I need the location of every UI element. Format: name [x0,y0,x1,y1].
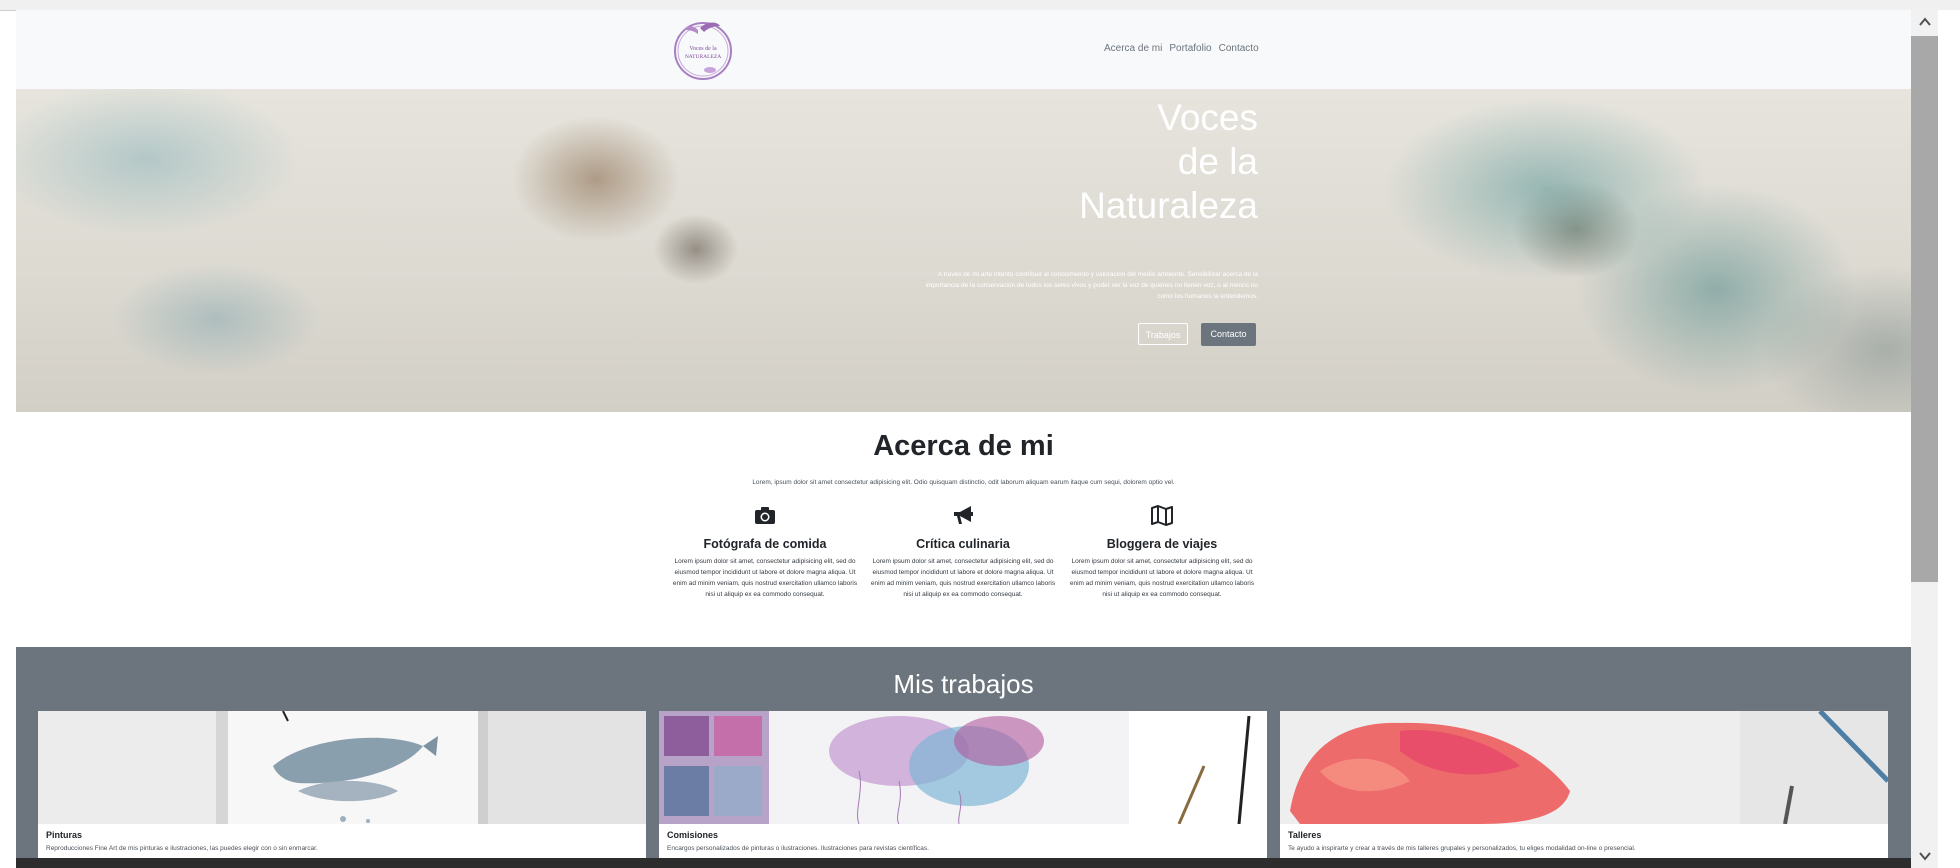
work-card-desc: Te ayudo a inspirarte y crear a través d… [1288,845,1636,852]
jellyfish-painting-image [659,711,1267,824]
work-card-pinturas[interactable]: Pinturas Reproducciones Fine Art de mis … [38,711,646,868]
about-lead: Lorem, ipsum dolor sit amet consectetur … [752,479,1175,486]
brand-logo[interactable]: Voces de la NATURALEZA [670,16,736,82]
hero-title-line: Voces [1157,97,1258,138]
scroll-up-icon[interactable] [1911,10,1938,34]
work-card-comisiones[interactable]: Comisiones Encargos personalizados de pi… [659,711,1267,868]
whale-painting-image [38,711,646,824]
footer-edge [16,858,1911,868]
svg-text:Voces de la: Voces de la [689,46,717,52]
nav-link-contacto[interactable]: Contacto [1219,43,1259,54]
feature-title: Crítica culinaria [916,537,1010,551]
feature-title: Bloggera de viajes [1106,537,1218,551]
nav-links: Acerca de mi Portafolio Contacto [1104,43,1259,54]
page: Voces de la NATURALEZA Acerca de mi Port… [16,10,1911,868]
feature-text: Lorem ipsum dolor sit amet, consectetur … [672,558,858,598]
camera-icon [752,502,778,528]
navbar: Voces de la NATURALEZA Acerca de mi Port… [16,10,1911,89]
hero-banner: Voces de la Naturaleza A través de mi ar… [16,89,1911,412]
feature-travel-blogger: Bloggera de viajes Lorem ipsum dolor sit… [1067,502,1257,600]
window-edge [1938,10,1960,868]
work-card-desc: Encargos personalizados de pinturas o il… [667,845,929,852]
about-title: Acerca de mi [873,430,1054,462]
work-card-title: Talleres [1288,830,1322,840]
svg-text:NATURALEZA: NATURALEZA [685,54,721,60]
work-card-title: Comisiones [667,830,719,840]
contacto-button[interactable]: Contacto [1201,323,1256,346]
scroll-down-icon[interactable] [1911,844,1938,868]
works-title: Mis trabajos [893,669,1034,699]
works-section: Mis trabajos Pinturas Reproducciones Fin… [16,647,1911,868]
feature-text: Lorem ipsum dolor sit amet, consectetur … [870,558,1056,598]
flamingo-painting-image [1280,711,1888,824]
work-card-title: Pinturas [46,830,83,840]
work-card-talleres[interactable]: Talleres Te ayudo a inspirarte y crear a… [1280,711,1888,868]
feature-title: Fotógrafa de comida [703,537,827,551]
vertical-scrollbar[interactable] [1911,10,1938,868]
hero-title: Voces de la Naturaleza [1079,96,1258,228]
hero-title-line: de la [1177,141,1258,182]
feature-text: Lorem ipsum dolor sit amet, consectetur … [1069,558,1255,598]
feature-food-critic: Crítica culinaria Lorem ipsum dolor sit … [868,502,1058,600]
trabajos-button[interactable]: Trabajos [1138,323,1188,345]
feature-food-photographer: Fotógrafa de comida Lorem ipsum dolor si… [670,502,860,600]
map-icon [1149,502,1175,528]
hero-lead-text: A través de mi arte intento contribuir a… [925,271,1258,300]
about-section: Acerca de mi Lorem, ipsum dolor sit amet… [16,412,1911,647]
nav-link-portafolio[interactable]: Portafolio [1169,43,1211,54]
megaphone-icon [950,502,976,528]
nav-link-acerca[interactable]: Acerca de mi [1104,43,1162,54]
hero-title-line: Naturaleza [1079,185,1258,226]
scrollbar-thumb[interactable] [1911,36,1938,582]
work-card-desc: Reproducciones Fine Art de mis pinturas … [46,845,318,852]
